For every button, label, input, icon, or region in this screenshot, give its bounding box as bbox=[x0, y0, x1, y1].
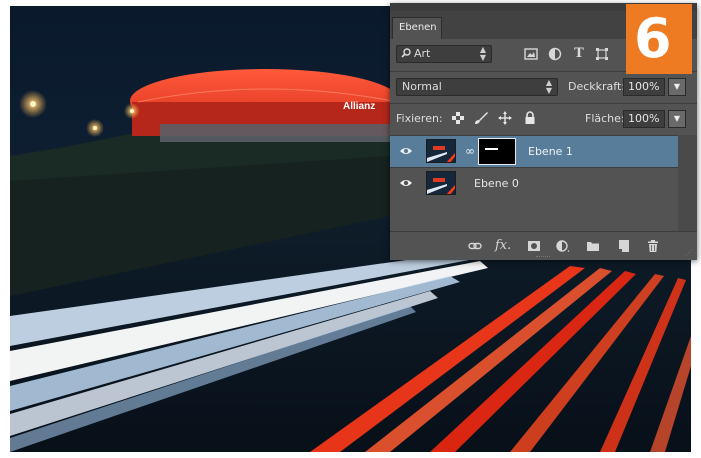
step-number-badge: 6 bbox=[626, 4, 692, 74]
search-icon bbox=[401, 48, 411, 58]
layers-bottom-toolbar: fx. ⋰ bbox=[390, 231, 697, 260]
thumbnail-image bbox=[427, 140, 455, 162]
shape-filter-icon[interactable] bbox=[595, 47, 609, 61]
lock-all-icon[interactable] bbox=[523, 111, 537, 125]
layer-row-ebene-0[interactable]: Ebene 0 bbox=[390, 167, 678, 199]
stadium-sign-text: Allianz bbox=[343, 101, 375, 112]
layers-scrollbar[interactable] bbox=[678, 135, 697, 231]
opacity-label: Deckkraft: bbox=[568, 80, 625, 93]
image-filter-icon[interactable] bbox=[524, 47, 538, 61]
divider bbox=[390, 103, 697, 104]
lock-label: Fixieren: bbox=[396, 112, 443, 125]
layer-row-ebene-1[interactable]: ∞ Ebene 1 bbox=[390, 135, 678, 167]
adjustment-layer-icon[interactable] bbox=[556, 239, 570, 253]
fill-field[interactable]: 100% bbox=[623, 110, 665, 128]
layer-name[interactable]: Ebene 1 bbox=[528, 145, 573, 159]
blend-row: Normal ▲ ▼ Deckkraft: 100% ▼ bbox=[390, 77, 697, 99]
fill-dropdown-button[interactable]: ▼ bbox=[668, 110, 686, 128]
opacity-dropdown-button[interactable]: ▼ bbox=[668, 78, 686, 96]
delete-layer-icon[interactable] bbox=[646, 239, 660, 253]
adjustment-filter-icon[interactable] bbox=[548, 47, 562, 61]
fill-label: Fläche: bbox=[585, 112, 625, 125]
mask-stroke bbox=[485, 148, 498, 150]
lock-image-pixels-icon[interactable] bbox=[474, 111, 488, 125]
mask-link-chain-icon[interactable]: ∞ bbox=[465, 144, 475, 158]
new-group-icon[interactable] bbox=[586, 239, 600, 253]
link-layers-icon[interactable] bbox=[468, 239, 482, 253]
add-mask-icon[interactable] bbox=[527, 239, 541, 253]
visibility-eye-icon[interactable] bbox=[399, 145, 413, 157]
type-filter-icon[interactable]: T bbox=[572, 47, 586, 61]
blend-mode-select[interactable]: Normal ▲ ▼ bbox=[396, 78, 558, 96]
panel-bottom-grip[interactable] bbox=[536, 256, 550, 260]
layer-name[interactable]: Ebene 0 bbox=[474, 177, 519, 191]
lock-row: Fixieren: Fläche: 100% ▼ bbox=[390, 108, 697, 130]
layer-style-fx-icon[interactable]: fx. bbox=[495, 239, 511, 253]
tab-layers[interactable]: Ebenen bbox=[392, 17, 442, 39]
layer-thumbnail bbox=[426, 171, 456, 195]
filter-kind-select[interactable]: Art ▲ ▼ bbox=[396, 45, 492, 63]
select-arrows-icon: ▲ ▼ bbox=[545, 78, 552, 95]
resize-grip-icon[interactable]: ⋰ bbox=[685, 249, 693, 257]
layer-mask-thumbnail[interactable] bbox=[478, 138, 516, 165]
opacity-field[interactable]: 100% bbox=[623, 78, 665, 96]
blend-mode-value: Normal bbox=[402, 80, 442, 93]
new-layer-icon[interactable] bbox=[616, 239, 630, 253]
filter-kind-value: Art bbox=[414, 47, 431, 60]
select-arrows-icon: ▲ ▼ bbox=[479, 45, 486, 62]
layers-list: ∞ Ebene 1 Ebene 0 bbox=[390, 135, 697, 231]
visibility-eye-icon[interactable] bbox=[399, 177, 413, 189]
thumbnail-image bbox=[427, 172, 455, 194]
lock-position-icon[interactable] bbox=[498, 111, 512, 125]
layer-thumbnail bbox=[426, 139, 456, 163]
lock-transparent-pixels-icon[interactable] bbox=[451, 111, 465, 125]
